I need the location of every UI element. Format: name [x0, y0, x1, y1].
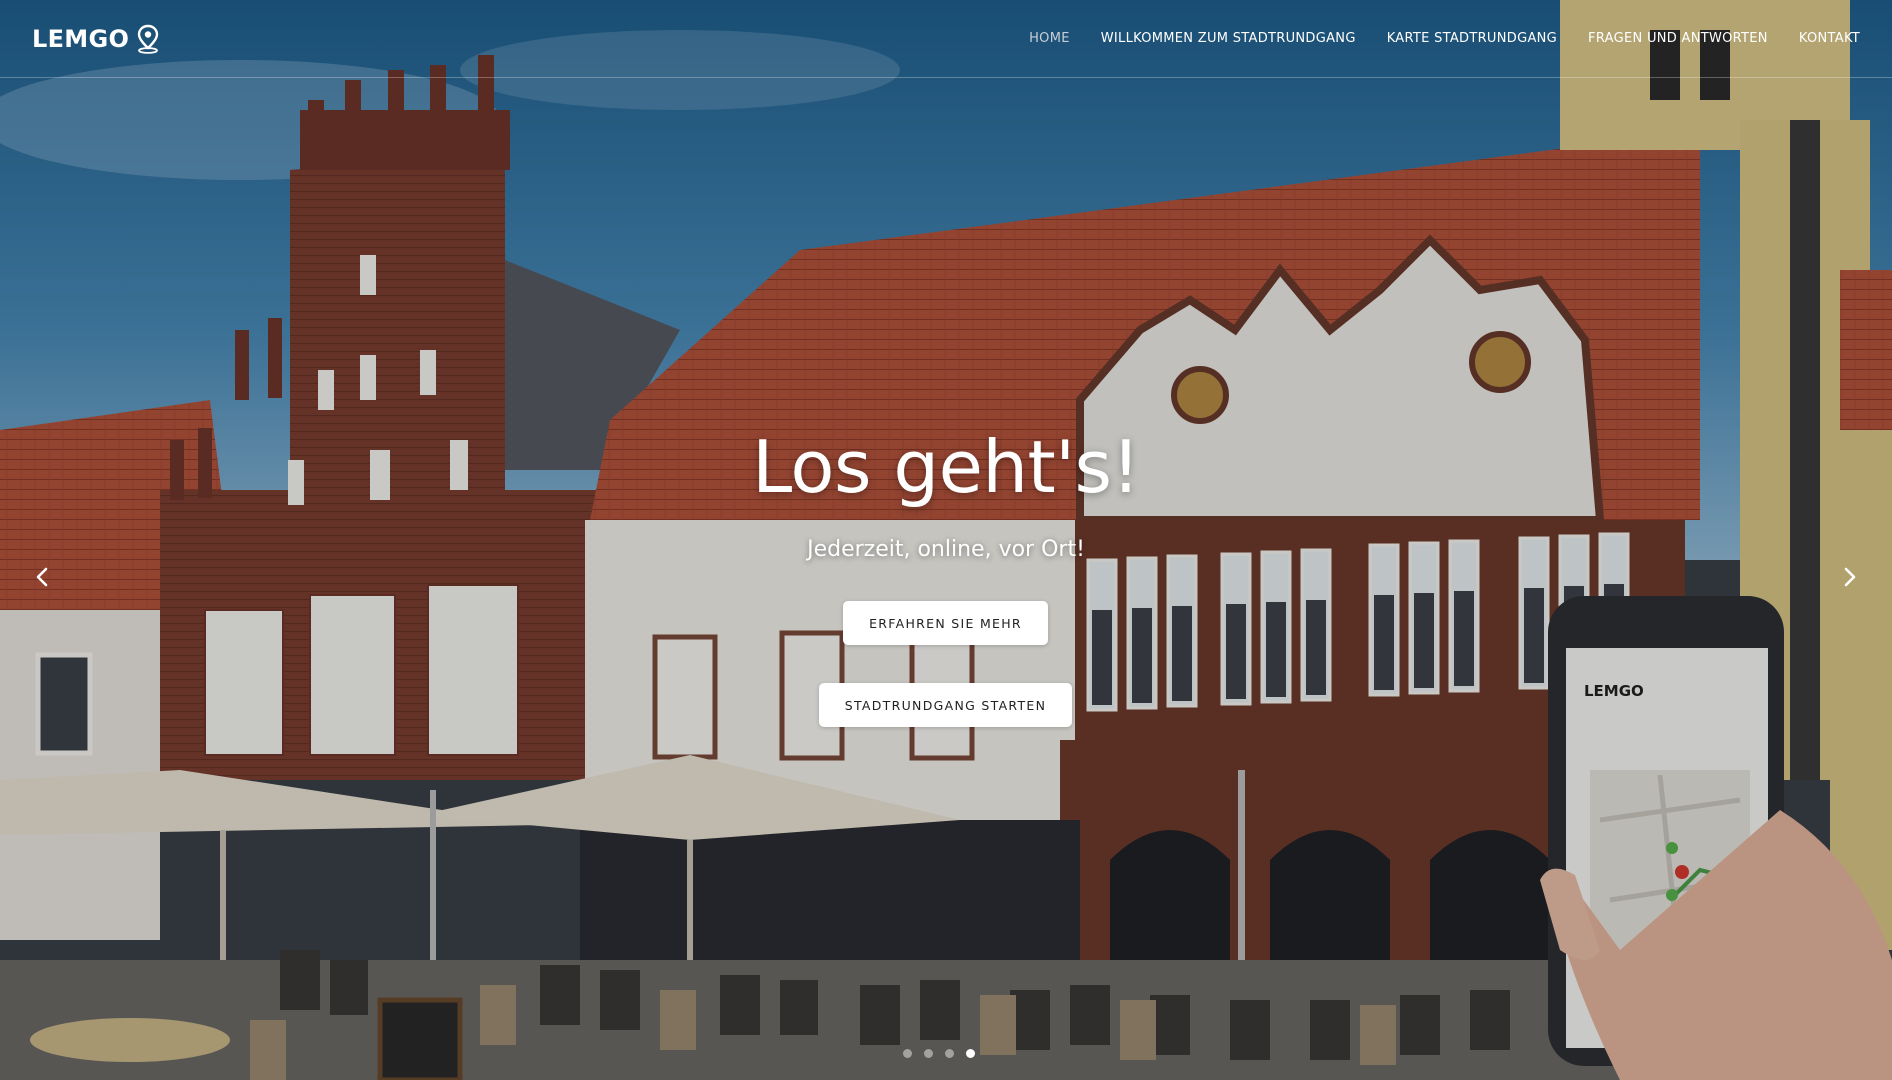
carousel-indicators: [903, 1049, 975, 1058]
nav-menu: HOME WILLKOMMEN ZUM STADTRUNDGANG KARTE …: [1029, 31, 1860, 46]
chevron-right-icon: [1844, 567, 1856, 587]
carousel-dot[interactable]: [945, 1049, 954, 1058]
carousel-dot[interactable]: [903, 1049, 912, 1058]
carousel-dot-active[interactable]: [966, 1049, 975, 1058]
brand-logo[interactable]: LEMGO: [32, 24, 161, 54]
nav-item-kontakt[interactable]: KONTAKT: [1799, 31, 1860, 46]
map-pin-icon: [137, 24, 159, 54]
top-navbar: LEMGO HOME WILLKOMMEN ZUM STADTRUNDGANG …: [0, 0, 1892, 78]
nav-item-home[interactable]: HOME: [1029, 31, 1070, 46]
carousel-next-button[interactable]: [1838, 562, 1862, 592]
nav-item-willkommen[interactable]: WILLKOMMEN ZUM STADTRUNDGANG: [1101, 31, 1356, 46]
carousel-prev-button[interactable]: [30, 562, 54, 592]
chevron-left-icon: [36, 567, 48, 587]
hero-title: Los geht's!: [752, 425, 1140, 509]
learn-more-button[interactable]: ERFAHREN SIE MEHR: [843, 601, 1048, 645]
nav-item-faq[interactable]: FRAGEN UND ANTWORTEN: [1588, 31, 1768, 46]
brand-name: LEMGO: [32, 24, 130, 53]
hero-subtitle: Jederzeit, online, vor Ort!: [807, 537, 1085, 562]
start-tour-button[interactable]: STADTRUNDGANG STARTEN: [819, 683, 1072, 727]
nav-item-karte[interactable]: KARTE STADTRUNDGANG: [1387, 31, 1557, 46]
carousel-dot[interactable]: [924, 1049, 933, 1058]
